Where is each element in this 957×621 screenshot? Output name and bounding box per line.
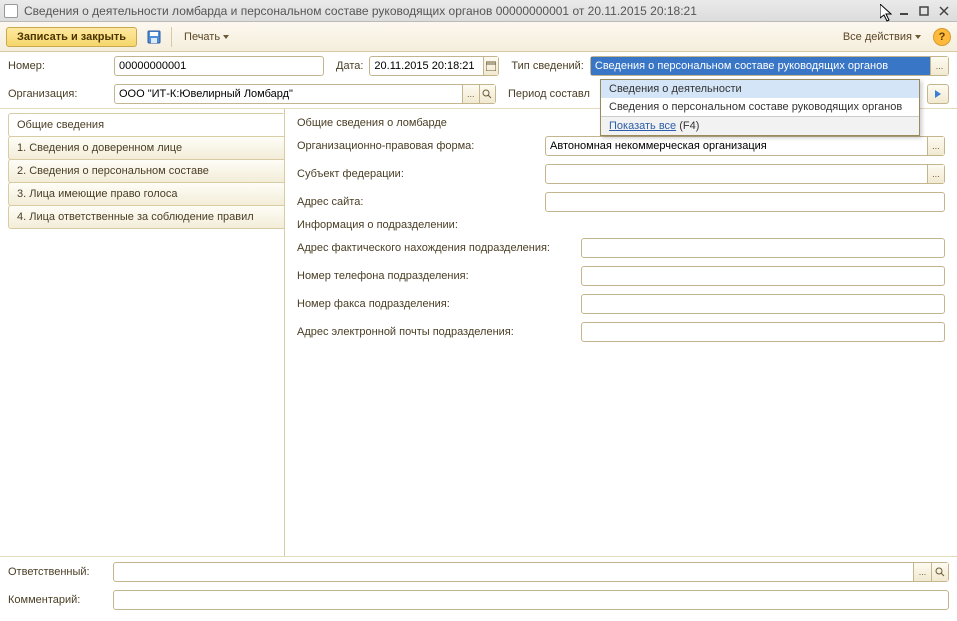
org-form-label: Организационно-правовая форма: (297, 140, 545, 152)
site-input[interactable] (546, 193, 944, 211)
footer: Ответственный: ... Комментарий: (0, 556, 957, 621)
all-actions-label: Все действия (843, 31, 912, 43)
div-email-label: Адрес электронной почты подразделения: (297, 326, 581, 338)
div-phone-input[interactable] (582, 267, 944, 285)
div-fax-field-wrap (581, 294, 945, 314)
org-form-input[interactable] (546, 137, 927, 155)
all-actions-menu[interactable]: Все действия (837, 28, 927, 46)
calendar-button[interactable] (483, 57, 499, 75)
subject-field-wrap: ... (545, 164, 945, 184)
site-label: Адрес сайта: (297, 196, 545, 208)
type-select[interactable]: Сведения о персональном составе руководя… (591, 57, 930, 75)
type-select-button[interactable]: ... (930, 57, 948, 75)
magnifier-icon (935, 567, 945, 577)
tab-personnel[interactable]: 2. Сведения о персональном составе (8, 159, 284, 183)
dropdown-footer: Показать все (F4) (601, 117, 919, 135)
window-title: Сведения о деятельности ломбарда и персо… (24, 4, 697, 18)
date-field-wrap (369, 56, 499, 76)
show-all-link[interactable]: Показать все (609, 120, 676, 132)
maximize-button[interactable] (915, 3, 933, 19)
responsible-select-button[interactable]: ... (913, 563, 930, 581)
calendar-icon (486, 61, 496, 71)
div-addr-input[interactable] (582, 239, 944, 257)
subject-select-button[interactable]: ... (927, 165, 944, 183)
dropdown-item-activity[interactable]: Сведения о деятельности (601, 80, 919, 98)
number-field-wrap (114, 56, 324, 76)
tab-voting-rights[interactable]: 3. Лица имеющие право голоса (8, 182, 284, 206)
chevron-down-icon (223, 35, 229, 39)
save-button[interactable] (143, 26, 165, 48)
div-addr-label: Адрес фактического нахождения подразделе… (297, 242, 581, 254)
subject-label: Субъект федерации: (297, 168, 545, 180)
date-label: Дата: (336, 60, 363, 72)
number-input[interactable] (115, 57, 323, 75)
div-email-field-wrap (581, 322, 945, 342)
comment-input[interactable] (114, 591, 948, 609)
floppy-icon (147, 30, 161, 44)
magnifier-icon (482, 89, 492, 99)
print-menu[interactable]: Печать (178, 28, 235, 46)
mouse-cursor (880, 4, 894, 24)
arrow-right-icon (935, 90, 941, 98)
content-area: Общие сведения 1. Сведения о доверенном … (0, 108, 957, 556)
org-form-select-button[interactable]: ... (927, 137, 944, 155)
comment-field-wrap (113, 590, 949, 610)
org-select-button[interactable]: ... (462, 85, 479, 103)
comment-label: Комментарий: (8, 594, 113, 606)
next-period-button[interactable] (927, 84, 949, 104)
date-input[interactable] (370, 57, 482, 75)
chevron-down-icon (915, 35, 921, 39)
org-open-button[interactable] (479, 85, 496, 103)
main-panel: Общие сведения о ломбарде Организационно… (284, 109, 957, 556)
site-field-wrap (545, 192, 945, 212)
div-email-input[interactable] (582, 323, 944, 341)
titlebar: Сведения о деятельности ломбарда и персо… (0, 0, 957, 22)
minimize-button[interactable] (895, 3, 913, 19)
div-fax-label: Номер факса подразделения: (297, 298, 581, 310)
help-button[interactable]: ? (933, 28, 951, 46)
div-addr-field-wrap (581, 238, 945, 258)
period-label: Период составл (508, 88, 590, 100)
print-label: Печать (184, 31, 220, 43)
org-label: Организация: (8, 88, 108, 100)
div-phone-field-wrap (581, 266, 945, 286)
type-dropdown-popup: Сведения о деятельности Сведения о персо… (600, 79, 920, 136)
type-label: Тип сведений: (511, 60, 583, 72)
subject-input[interactable] (546, 165, 927, 183)
dropdown-item-personnel[interactable]: Сведения о персональном составе руководя… (601, 98, 919, 116)
responsible-field-wrap: ... (113, 562, 949, 582)
div-phone-label: Номер телефона подразделения: (297, 270, 581, 282)
org-field-wrap: ... (114, 84, 496, 104)
responsible-input[interactable] (114, 563, 913, 581)
div-fax-input[interactable] (582, 295, 944, 313)
save-and-close-button[interactable]: Записать и закрыть (6, 27, 137, 47)
org-input[interactable] (115, 85, 462, 103)
responsible-open-button[interactable] (931, 563, 948, 581)
toolbar: Записать и закрыть Печать Все действия ? (0, 22, 957, 52)
tab-trusted-person[interactable]: 1. Сведения о доверенном лице (8, 136, 284, 160)
show-all-shortcut: (F4) (679, 120, 699, 132)
sidebar: Общие сведения 1. Сведения о доверенном … (0, 109, 284, 556)
filter-row-1: Номер: Дата: Тип сведений: Сведения о пе… (0, 52, 957, 80)
responsible-label: Ответственный: (8, 566, 113, 578)
document-icon (4, 4, 18, 18)
org-form-field-wrap: ... (545, 136, 945, 156)
type-select-wrap: Сведения о персональном составе руководя… (590, 56, 949, 76)
tab-general[interactable]: Общие сведения (8, 113, 284, 137)
number-label: Номер: (8, 60, 108, 72)
close-button[interactable] (935, 3, 953, 19)
tab-compliance[interactable]: 4. Лица ответственные за соблюдение прав… (8, 205, 284, 229)
division-header: Информация о подразделении: (297, 219, 945, 231)
toolbar-divider (171, 27, 172, 47)
